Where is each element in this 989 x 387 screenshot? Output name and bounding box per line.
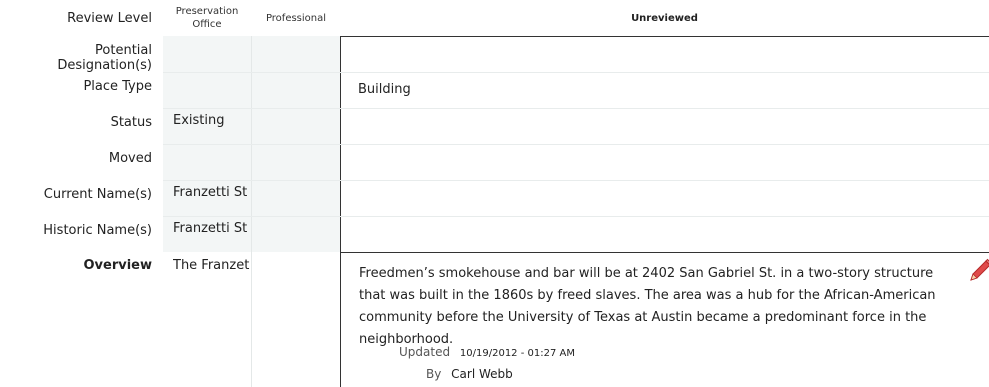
updated-label: Updated (399, 345, 451, 359)
row-divider (163, 144, 989, 145)
moved-label: Moved (108, 151, 152, 166)
updated-value: 10/19/2012 - 01:27 AM (459, 348, 575, 359)
overview-pres-value: The Franzet (173, 258, 250, 273)
historic-names-label: Historic Name(s) (43, 223, 152, 238)
by-value: Carl Webb (451, 367, 513, 381)
preservation-office-header: Preservation Office (175, 6, 239, 30)
by-label: By (426, 367, 442, 381)
place-type-label: Place Type (83, 79, 152, 94)
column-divider (251, 36, 252, 387)
by-row: By Carl Webb (426, 367, 513, 381)
updated-row: Updated 10/19/2012 - 01:27 AM (399, 345, 575, 359)
review-table: Review Level Preservation Office Profess… (0, 0, 989, 387)
current-names-label: Current Name(s) (43, 187, 152, 202)
row-divider (163, 216, 989, 217)
overview-text: Freedmen’s smokehouse and bar will be at… (359, 266, 936, 347)
review-level-header: Review Level (67, 10, 152, 26)
row-divider (163, 180, 989, 181)
status-pres-value: Existing (173, 113, 225, 128)
place-type-unrev-value: Building (358, 82, 411, 97)
professional-header: Professional (265, 12, 327, 24)
current-names-pres-value: Franzetti St (173, 185, 248, 200)
status-label: Status (110, 115, 152, 130)
unreviewed-header: Unreviewed (631, 12, 698, 24)
overview-label: Overview (83, 258, 152, 273)
row-divider (163, 108, 989, 109)
pencil-icon[interactable] (967, 257, 989, 283)
row-divider (163, 72, 989, 73)
overview-panel: Freedmen’s smokehouse and bar will be at… (340, 252, 989, 387)
potential-designations-label: Potential Designation(s) (57, 43, 152, 73)
historic-names-pres-value: Franzetti St (173, 221, 248, 236)
